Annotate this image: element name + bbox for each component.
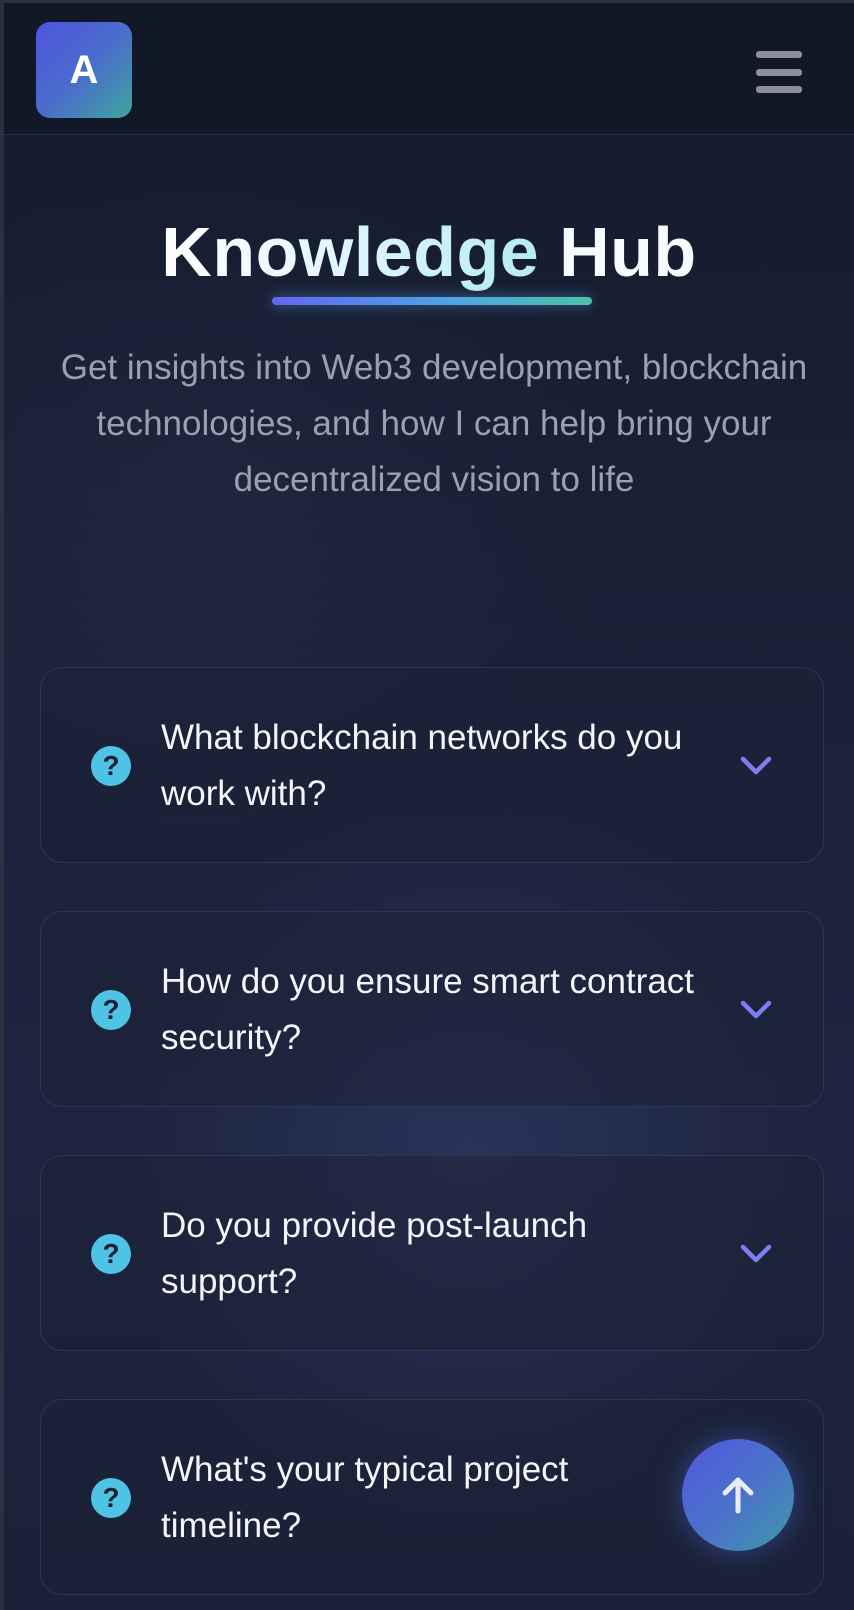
arrow-up-icon <box>722 1477 754 1514</box>
chevron-down-icon[interactable] <box>738 1236 774 1272</box>
question-circle-icon: ? <box>91 990 131 1030</box>
hamburger-menu-icon[interactable] <box>756 51 802 93</box>
scroll-to-top-button[interactable] <box>682 1439 794 1551</box>
chevron-down-icon[interactable] <box>738 992 774 1028</box>
faq-question: What's your typical project timeline? <box>161 1450 569 1545</box>
top-navigation-bar: A <box>4 0 854 135</box>
logo-letter: A <box>69 47 99 92</box>
chevron-down-icon[interactable] <box>738 748 774 784</box>
faq-question: Do you provide post-launch support? <box>161 1206 588 1301</box>
title-underline <box>272 297 592 305</box>
logo[interactable]: A <box>36 22 132 118</box>
page-subtitle: Get insights into Web3 development, bloc… <box>60 348 808 499</box>
page-title-part1: Knowledge <box>161 213 540 291</box>
menu-line <box>756 68 802 76</box>
faq-item[interactable]: ? What blockchain networks do you work w… <box>40 667 824 863</box>
question-circle-icon: ? <box>91 746 131 786</box>
faq-question: How do you ensure smart contract securit… <box>161 962 695 1057</box>
faq-item[interactable]: ? Do you provide post-launch support? <box>40 1155 824 1351</box>
faq-item[interactable]: ? How do you ensure smart contract secur… <box>40 911 824 1107</box>
question-circle-icon: ? <box>91 1234 131 1274</box>
page-title: Knowledge Hub <box>4 208 854 296</box>
faq-question: What blockchain networks do you work wit… <box>161 718 683 813</box>
question-circle-icon: ? <box>91 1478 131 1518</box>
menu-line <box>756 86 802 93</box>
page-title-part2: Hub <box>559 213 697 291</box>
menu-line <box>756 51 802 58</box>
